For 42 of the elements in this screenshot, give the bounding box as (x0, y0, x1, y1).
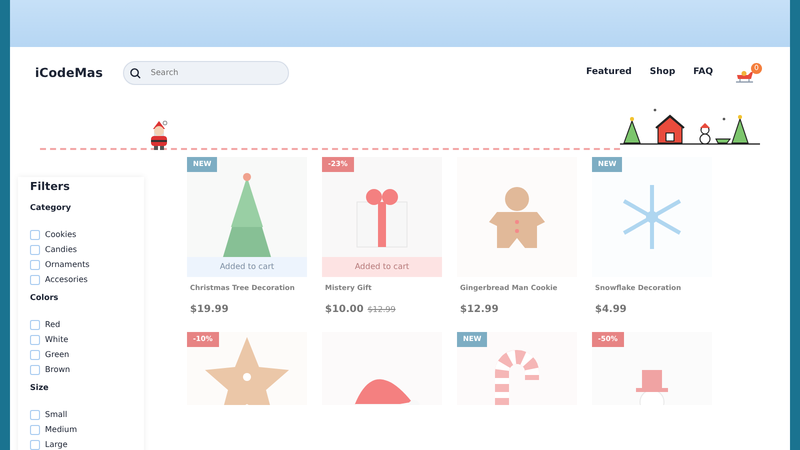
checkbox-label: Cookies (45, 230, 76, 240)
old-price: $12.99 (368, 304, 396, 314)
checkbox[interactable] (30, 350, 40, 360)
checkbox-label: Small (45, 410, 68, 420)
product-price: $4.99 (595, 304, 627, 314)
filter-group-title: Colors (30, 293, 60, 303)
checkbox-label: Accesories (45, 274, 88, 284)
product-price: $10.00 (325, 304, 364, 314)
santa-drawing (148, 120, 170, 150)
nav-link[interactable]: Shop (650, 66, 676, 80)
product-price: $19.99 (190, 304, 229, 314)
checkbox[interactable] (30, 260, 40, 270)
checkbox-label: Medium (45, 424, 77, 434)
checkbox[interactable] (30, 244, 40, 254)
checkbox-label: Large (45, 440, 68, 450)
nav-link[interactable]: Featured (586, 66, 632, 80)
checkbox[interactable] (30, 334, 40, 344)
search-icon (130, 68, 141, 78)
product-price: $12.99 (460, 304, 499, 314)
add-to-cart-button[interactable]: Added to cart (187, 257, 307, 277)
checkbox[interactable] (30, 440, 40, 450)
nav-link[interactable]: FAQ (693, 66, 713, 80)
checkbox[interactable] (30, 230, 40, 240)
checkbox[interactable] (30, 364, 40, 374)
checkbox-label: White (45, 334, 68, 344)
checkbox-label: Brown (45, 364, 70, 374)
logo[interactable]: iCodeMas (35, 64, 103, 82)
add-to-cart-button[interactable]: Added to cart (322, 257, 442, 277)
checkbox[interactable] (30, 320, 40, 330)
search-input[interactable]: Search (148, 66, 279, 80)
checkbox-label: Candies (45, 244, 77, 254)
filter-group-title: Category (30, 203, 72, 213)
checkbox-label: Green (45, 350, 70, 360)
checkbox[interactable] (30, 424, 40, 434)
sleigh-icon (735, 70, 755, 84)
checkbox[interactable] (30, 274, 40, 284)
filter-group-title: Size (30, 383, 50, 393)
checkbox-label: Red (45, 320, 60, 330)
search-field[interactable]: Search (122, 61, 289, 85)
checkbox[interactable] (30, 410, 40, 420)
checkbox-label: Ornaments (45, 260, 90, 270)
filters-title: Filters (30, 180, 71, 194)
